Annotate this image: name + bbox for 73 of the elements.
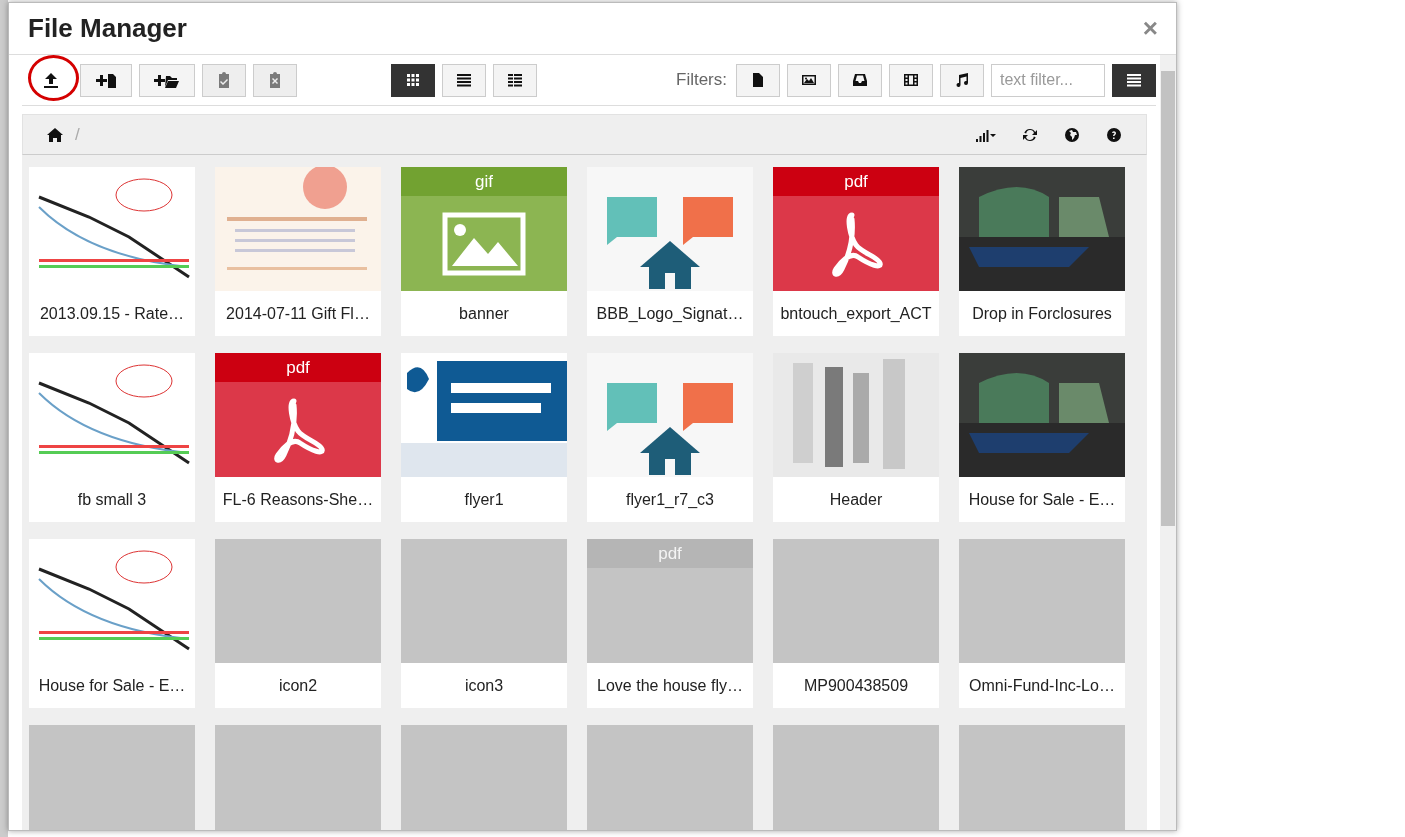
file-name: 2013.09.15 - Rate… [38, 303, 186, 324]
file-card[interactable]: pdf FL-6 Reasons-She… [215, 353, 381, 522]
filter-button[interactable] [940, 63, 984, 97]
file-type-badge: pdf [587, 539, 753, 568]
file-name: Love the house fly… [596, 675, 744, 696]
file-name: Omni-Fund-Inc-Lo… [968, 675, 1116, 696]
scrollbar[interactable] [1160, 55, 1176, 830]
file-card[interactable]: Header [773, 353, 939, 522]
file-name: Header [828, 489, 884, 510]
file-card[interactable]: Drop in Forclosures [959, 167, 1125, 336]
file-name: icon2 [277, 675, 319, 696]
list-view-button[interactable] [442, 63, 486, 97]
text-filter-field[interactable]: text filter... [991, 63, 1105, 97]
file-type-badge: pdf [215, 353, 381, 382]
upload-icon [43, 72, 59, 88]
file-name: MP900438509 [802, 675, 910, 696]
file-name: Drop in Forclosures [971, 303, 1113, 324]
table-view-button[interactable] [493, 63, 537, 97]
file-card[interactable]: BBB_Logo_Signat… [587, 167, 753, 336]
file-card[interactable]: flyer1_r7_c3 [587, 353, 753, 522]
file-name: fb small 3 [76, 489, 148, 510]
close-button[interactable]: × [1142, 13, 1158, 44]
file-card[interactable]: pdf bntouch_export_ACT [773, 167, 939, 336]
help-icon [1106, 126, 1122, 143]
breadcrumb-separator: / [75, 124, 80, 145]
plus-file-icon [93, 72, 119, 88]
file-name: 2014-07-11 Gift Fl… [225, 303, 371, 324]
file-card[interactable]: 2014-07-11 Gift Fl… [215, 167, 381, 336]
table-list-icon [507, 72, 523, 88]
inbox-icon [852, 72, 868, 88]
image-icon [442, 211, 526, 276]
file-card[interactable]: Omni-Fund-Inc-Lo… [959, 539, 1125, 708]
refresh-icon [1022, 126, 1038, 143]
file-card[interactable]: House for Sale - E… [959, 353, 1125, 522]
file-name: BBB_Logo_Signat… [595, 303, 745, 324]
new-file-button[interactable] [80, 63, 132, 97]
file-name: House for Sale - E… [967, 489, 1117, 510]
file-name: icon3 [463, 675, 505, 696]
new-folder-button[interactable] [139, 63, 195, 97]
plus-folder-icon [152, 72, 182, 88]
list-icon [456, 72, 472, 88]
home-icon [47, 126, 63, 143]
menu-toggle-button[interactable] [1112, 63, 1156, 97]
grid-icon [405, 72, 421, 88]
music-note-icon [954, 72, 970, 88]
file-name: bntouch_export_ACT [779, 303, 933, 324]
clipboard-check-icon [216, 72, 232, 88]
filter-button[interactable] [889, 63, 933, 97]
clipboard-x-icon [267, 72, 283, 88]
file-type-badge: gif [401, 167, 567, 196]
file-name: banner [458, 303, 510, 324]
file-name: flyer1_r7_c3 [624, 489, 715, 510]
grid-view-button[interactable] [391, 63, 435, 97]
file-card[interactable]: flyer1 [401, 353, 567, 522]
file-name: House for Sale - E… [37, 675, 187, 696]
filter-button[interactable] [787, 63, 831, 97]
window-title: File Manager [28, 13, 187, 44]
file-card[interactable]: icon3 [401, 539, 567, 708]
filter-button[interactable] [736, 63, 780, 97]
menu-icon [1126, 72, 1142, 88]
file-card[interactable]: pdf Love the house fly… [587, 539, 753, 708]
film-icon [903, 72, 919, 88]
globe-icon [1064, 126, 1080, 143]
file-icon [750, 72, 766, 88]
filter-button[interactable] [838, 63, 882, 97]
file-card[interactable]: MP900438509 [773, 539, 939, 708]
file-name: flyer1 [463, 489, 505, 510]
file-card[interactable]: gif banner [401, 167, 567, 336]
file-name: FL-6 Reasons-She… [221, 489, 375, 510]
file-card[interactable]: icon2 [215, 539, 381, 708]
filters-label: Filters: [676, 70, 727, 90]
file-type-badge: pdf [773, 167, 939, 196]
image-icon [801, 72, 817, 88]
